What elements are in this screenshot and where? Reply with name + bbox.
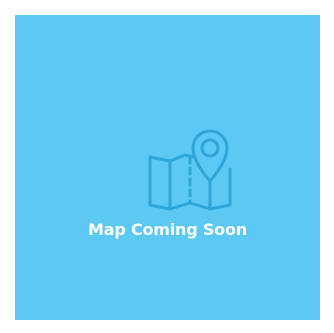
map-placeholder: Map Coming Soon [15,15,320,320]
map-pin-icon [148,129,232,211]
map-coming-soon-text: Map Coming Soon [88,220,247,239]
